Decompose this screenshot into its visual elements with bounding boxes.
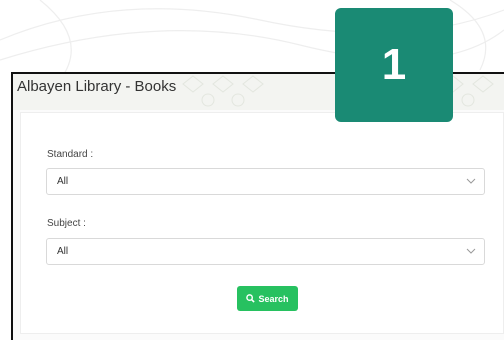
subject-label: Subject : <box>47 218 86 229</box>
search-icon <box>246 294 256 303</box>
search-form-card: Standard : All Subject : All Search <box>20 112 504 334</box>
page-title: Albayen Library - Books <box>17 78 177 95</box>
step-number-badge: 1 <box>335 8 453 122</box>
subject-select[interactable]: All <box>46 238 485 265</box>
chevron-down-icon <box>466 178 476 184</box>
chevron-down-icon <box>466 248 476 254</box>
standard-selected-value: All <box>57 176 69 187</box>
search-button-label: Search <box>258 293 289 304</box>
standard-label: Standard : <box>47 149 94 160</box>
search-button[interactable]: Search <box>237 286 298 311</box>
standard-select[interactable]: All <box>46 168 485 195</box>
subject-selected-value: All <box>57 246 69 257</box>
